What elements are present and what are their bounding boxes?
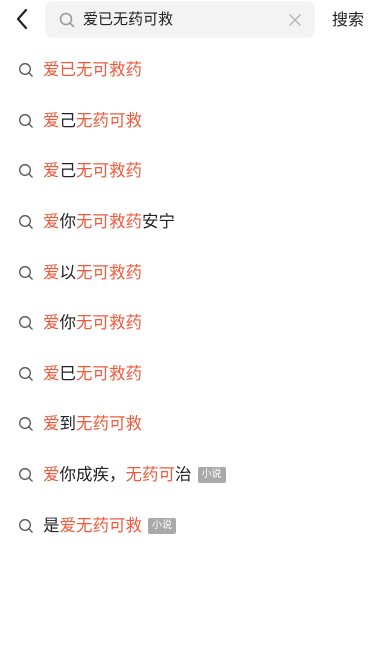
- plain-text: 到: [59, 414, 77, 434]
- search-icon: [19, 113, 33, 128]
- plain-text: 你成疾，: [59, 465, 126, 485]
- suggestion-item[interactable]: 爱已无可救药: [0, 45, 383, 96]
- search-button[interactable]: 搜索: [332, 9, 364, 31]
- suggestion-item[interactable]: 爱巳无可救药: [0, 349, 383, 400]
- plain-text: 你: [59, 313, 77, 333]
- search-icon: [19, 518, 33, 533]
- search-bar: 爱已无药可救 搜索: [0, 0, 383, 40]
- suggestion-text: 爱你无可救药: [43, 312, 142, 334]
- highlight-text: 爱: [43, 363, 60, 383]
- search-icon: [19, 366, 33, 381]
- category-badge: 小说: [148, 517, 176, 534]
- highlight-text: 爱: [43, 212, 60, 232]
- plain-text: 治: [175, 465, 192, 485]
- suggestion-item[interactable]: 爱到无药可救: [0, 399, 383, 450]
- highlight-text: 爱: [43, 110, 60, 130]
- search-icon: [19, 316, 33, 331]
- category-badge: 小说: [197, 467, 226, 484]
- suggestion-item[interactable]: 爱以无可救药: [0, 247, 383, 298]
- highlight-text: 无药可: [125, 465, 176, 485]
- suggestion-text: 爱到无药可救: [43, 413, 142, 435]
- highlight-text: 无可救药: [76, 363, 142, 383]
- plain-text: 巳: [59, 363, 77, 383]
- plain-text: 己: [59, 110, 77, 130]
- suggestion-item[interactable]: 是爱无药可救 小说: [0, 500, 383, 551]
- suggestion-item[interactable]: 爱你成疾， 无药可治小说: [0, 450, 383, 501]
- search-query-text: 爱已无药可救: [83, 10, 174, 28]
- close-icon[interactable]: [286, 11, 304, 29]
- highlight-text: 无可救药: [76, 161, 142, 181]
- plain-text: 你: [59, 212, 77, 232]
- suggestion-text: 爱己无药可救: [43, 110, 142, 132]
- plain-text: 是: [43, 515, 60, 535]
- highlight-text: 无药可救: [76, 110, 142, 130]
- back-button[interactable]: [8, 4, 36, 34]
- search-icon: [19, 164, 33, 179]
- highlight-text: 无药可救: [76, 414, 142, 434]
- search-icon: [59, 12, 75, 28]
- highlight-text: 爱: [43, 465, 60, 485]
- chevron-left-icon: [16, 8, 28, 30]
- suggestion-text: 爱己无可救药: [43, 160, 142, 182]
- suggestion-item[interactable]: 爱己无药可救: [0, 96, 383, 147]
- highlight-text: 无可救药: [76, 262, 142, 282]
- suggestion-text: 爱巳无可救药: [43, 363, 142, 385]
- plain-text: 己: [59, 161, 77, 181]
- suggestion-text: 爱已无可救药: [43, 59, 142, 81]
- plain-text: 安宁: [142, 212, 175, 232]
- suggestion-text: 是爱无药可救 小说: [43, 515, 176, 537]
- search-icon: [19, 215, 33, 229]
- highlight-text: 无可救药: [76, 212, 142, 232]
- highlight-text: 爱: [43, 414, 60, 434]
- plain-text: 以: [59, 262, 77, 282]
- suggestion-item[interactable]: 爱己无可救药: [0, 146, 383, 197]
- search-icon: [19, 265, 33, 280]
- suggestion-text: 爱你无可救药 安宁: [43, 211, 175, 233]
- highlight-text: 爱: [43, 313, 60, 333]
- search-icon: [19, 468, 33, 482]
- search-input[interactable]: 爱已无药可救: [45, 1, 315, 38]
- suggestion-item[interactable]: 爱你无可救药: [0, 298, 383, 349]
- search-icon: [19, 417, 33, 432]
- suggestion-text: 爱以无可救药: [43, 262, 142, 284]
- highlight-text: 爱: [43, 262, 60, 282]
- highlight-text: 无可救药: [76, 313, 142, 333]
- suggestion-item[interactable]: 爱你无可救药 安宁: [0, 197, 383, 248]
- highlight-text: 爱: [43, 161, 60, 181]
- suggestion-text: 爱你成疾， 无药可治小说: [43, 464, 226, 486]
- suggestion-list: 爱已无可救药爱己无药可救爱己无可救药爱你无可救药 安宁爱以无可救药爱你无可救药爱巳…: [0, 45, 383, 551]
- highlight-text: 爱无药可救: [59, 515, 143, 535]
- search-icon: [19, 63, 33, 78]
- highlight-text: 爱已无可救药: [43, 60, 142, 80]
